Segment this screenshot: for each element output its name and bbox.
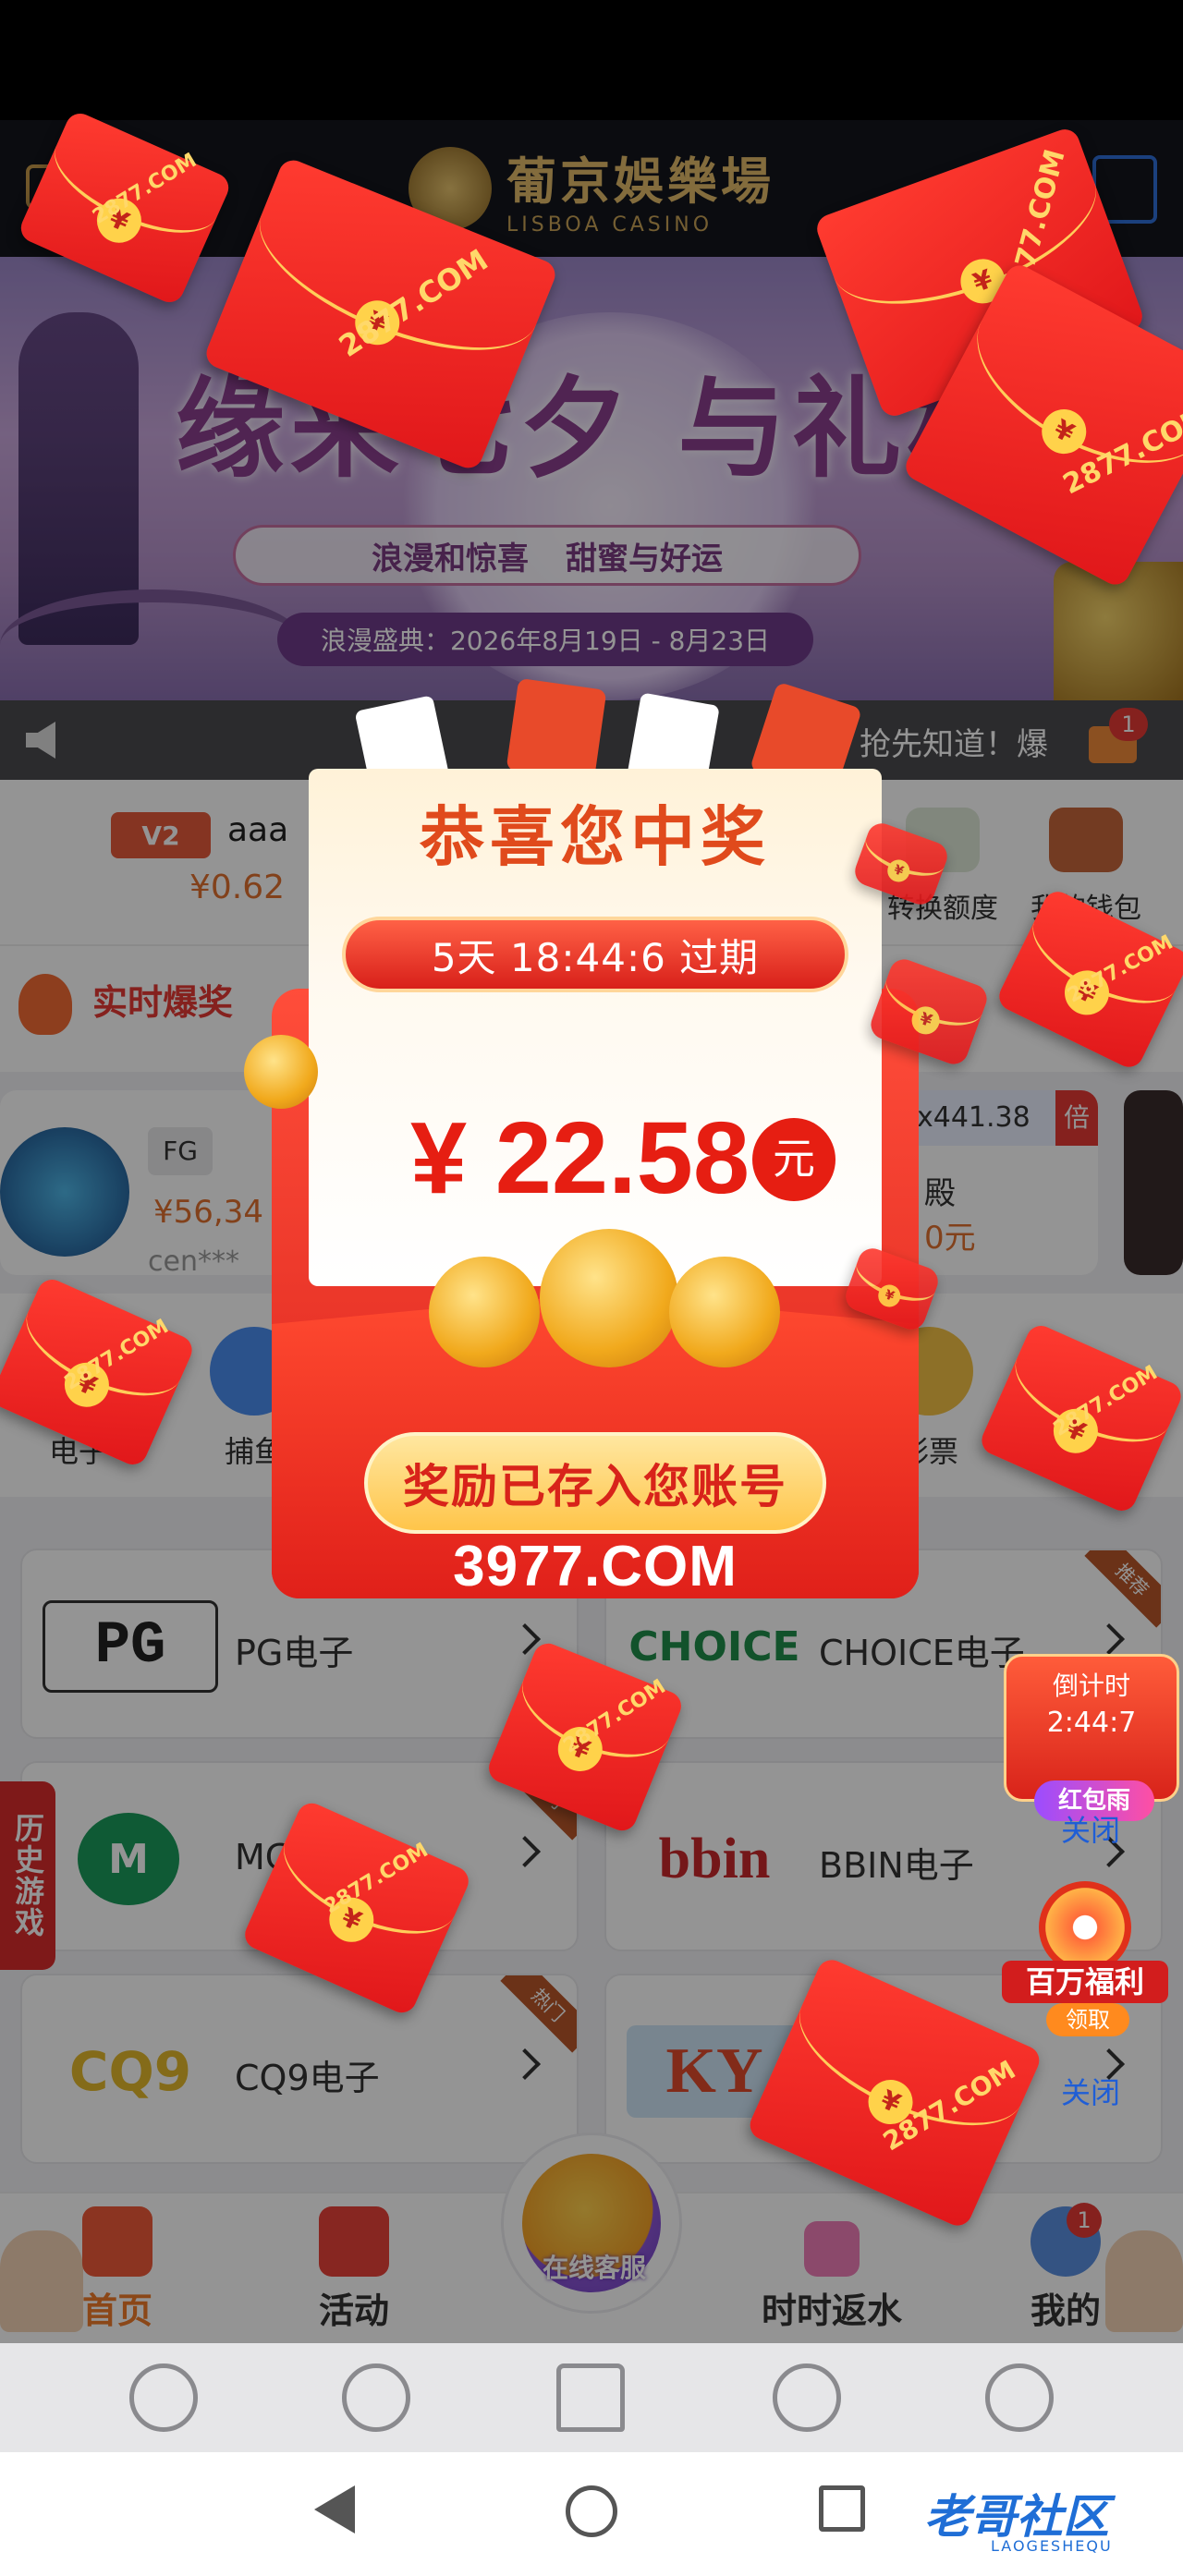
welfare-label: 百万福利 bbox=[1002, 1961, 1168, 2003]
coin-icon bbox=[669, 1257, 780, 1367]
wheel-icon bbox=[1039, 1881, 1131, 1974]
modal-title: 恭喜您中奖 bbox=[420, 798, 771, 875]
coin-icon bbox=[244, 1035, 318, 1109]
yuan-seal-icon: ¥ bbox=[884, 856, 913, 885]
close-red-rain[interactable]: 关闭 bbox=[1061, 1807, 1120, 1850]
envelope-label: 2877.COM bbox=[89, 149, 201, 229]
status-bar bbox=[0, 0, 1183, 120]
close-welfare[interactable]: 关闭 bbox=[1061, 2070, 1120, 2112]
welfare-widget[interactable]: 百万福利 领取 bbox=[1002, 1881, 1168, 2038]
coin-icon bbox=[540, 1229, 678, 1367]
envelope-label: 2877.COM bbox=[320, 1839, 433, 1919]
yuan-seal-icon: ¥ bbox=[908, 1002, 944, 1039]
envelope-label: 2877.COM bbox=[1049, 1361, 1162, 1441]
envelope-label: 2877.COM bbox=[332, 242, 494, 364]
countdown-time: 2:44:7 bbox=[1046, 1707, 1137, 1739]
envelope-label: 2877.COM bbox=[60, 1315, 173, 1395]
site-domain: 3977.COM bbox=[453, 1535, 738, 1598]
forward-icon[interactable] bbox=[342, 2363, 410, 2432]
prize-modal: 恭喜您中奖 5天 18:44:6 过期 ¥ 22.58 元 奖励已存入您账号 3… bbox=[244, 677, 919, 1598]
system-home-icon[interactable] bbox=[566, 2485, 617, 2537]
countdown-label: 倒计时 bbox=[1052, 1671, 1130, 1701]
watermark-sub: LAOGESHEQU bbox=[991, 2537, 1113, 2555]
envelope-label: 2877.COM bbox=[559, 1674, 670, 1758]
envelope-label: 2877.COM bbox=[1063, 930, 1177, 1008]
system-recents-icon[interactable] bbox=[819, 2485, 865, 2532]
coin-icon bbox=[429, 1257, 540, 1367]
system-back-icon[interactable] bbox=[314, 2485, 355, 2533]
refresh-icon[interactable] bbox=[773, 2363, 841, 2432]
welfare-claim-button[interactable]: 领取 bbox=[1046, 2003, 1129, 2036]
red-rain-countdown[interactable]: 倒计时 2:44:7 红包雨 bbox=[1004, 1654, 1179, 1821]
app-screen: 葡京娛樂場 LISBOA CASINO 缘来七夕 与礼相惠 浪漫和惊喜 甜蜜与好… bbox=[0, 0, 1183, 2576]
expiry-pill: 5天 18:44:6 过期 bbox=[342, 917, 848, 992]
claim-button[interactable]: 奖励已存入您账号 bbox=[364, 1432, 826, 1534]
prize-amount: ¥ 22.58 bbox=[410, 1101, 750, 1215]
clean-icon[interactable] bbox=[985, 2363, 1054, 2432]
yuan-seal-icon: ¥ bbox=[1033, 401, 1094, 462]
expiry-text: 5天 18:44:6 过期 bbox=[431, 934, 760, 980]
back-icon[interactable] bbox=[129, 2363, 198, 2432]
browser-toolbar bbox=[0, 2343, 1183, 2452]
currency-badge: 元 bbox=[752, 1118, 835, 1201]
home-icon[interactable] bbox=[556, 2363, 625, 2432]
red-packet-graphic bbox=[506, 677, 607, 783]
yuan-seal-icon: ¥ bbox=[874, 1281, 904, 1310]
system-nav: 老哥社区 LAOGESHEQU bbox=[0, 2452, 1183, 2576]
